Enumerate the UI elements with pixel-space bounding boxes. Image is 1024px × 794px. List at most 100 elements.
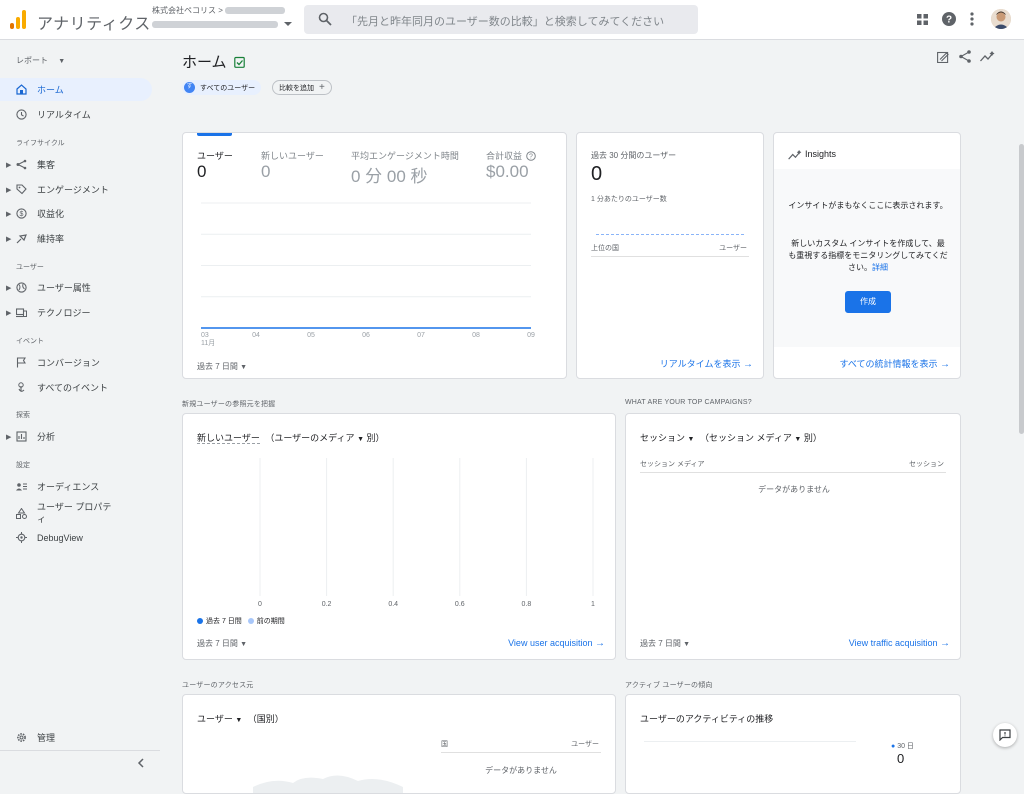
link-text: View user acquisition bbox=[508, 638, 593, 648]
sidebar-item-audiences[interactable]: オーディエンス bbox=[0, 475, 152, 498]
x-month-label: 11月 bbox=[201, 339, 215, 347]
help-icon[interactable]: ? bbox=[942, 12, 956, 26]
page-title: ホーム bbox=[182, 51, 245, 72]
sidebar-item-explore[interactable]: ▶ 分析 bbox=[0, 425, 152, 448]
view-all-insights-link[interactable]: すべての統計情報を表示 → bbox=[839, 357, 950, 370]
legend-dot-current bbox=[197, 618, 203, 624]
avatar[interactable] bbox=[991, 9, 1011, 29]
page-title-text: ホーム bbox=[182, 54, 227, 71]
home-icon bbox=[16, 84, 27, 95]
x-tick-label: 07 bbox=[417, 332, 425, 339]
customize-report-icon[interactable] bbox=[937, 51, 949, 63]
table-divider bbox=[640, 472, 946, 473]
acquisition-dropdowns: 新しいユーザー （ユーザーのメディア ▼ 別） bbox=[197, 431, 385, 444]
insights-message-text: 新しいカスタム インサイトを作成して、最も重視する指標をモニタリングしてみてくだ… bbox=[788, 239, 948, 272]
user-acquisition-card: 新しいユーザー （ユーザーのメディア ▼ 別） 0 0.2 0.4 0.6 0.8 1 過… bbox=[182, 413, 616, 660]
more-vert-icon[interactable] bbox=[970, 12, 974, 26]
apps-grid-icon[interactable] bbox=[917, 14, 928, 25]
legend-dot-previous bbox=[247, 618, 254, 624]
chip-label: すべてのユーザー bbox=[200, 84, 256, 92]
sidebar-item-acquisition[interactable]: ▶ 集客 bbox=[0, 153, 152, 176]
gear-icon bbox=[17, 733, 26, 742]
sidebar-item-engagement[interactable]: ▶ エンゲージメント bbox=[0, 178, 152, 201]
date-range-selector[interactable]: 過去 7 日間 ▼ bbox=[197, 638, 247, 649]
date-range-selector[interactable]: 過去 7 日間 ▼ bbox=[640, 638, 690, 649]
sidebar-item-debugview[interactable]: DebugView bbox=[0, 526, 152, 549]
search-bar[interactable]: 「先月と昨年同月のユーザー数の比較」と検索してみてください bbox=[304, 5, 698, 34]
reports-dropdown[interactable]: レポート ▼ bbox=[16, 55, 65, 66]
retention-icon bbox=[16, 234, 27, 244]
account-name: 株式会社ペコリス bbox=[152, 6, 216, 15]
page-scrollbar[interactable] bbox=[1019, 144, 1024, 434]
property-selector[interactable] bbox=[152, 18, 292, 30]
expand-arrow-icon: ▶ bbox=[6, 309, 12, 317]
dimension-suffix: 別） bbox=[366, 433, 385, 443]
svg-text:?: ? bbox=[946, 15, 952, 26]
metric-label-new-users[interactable]: 新しいユーザー bbox=[261, 149, 324, 162]
date-range-selector[interactable]: 過去 7 日間 ▼ bbox=[197, 361, 247, 372]
dimension-label: （セッション メディア bbox=[699, 433, 792, 443]
realtime-per-minute: 1 分あたりのユーザー数 bbox=[591, 196, 667, 203]
realtime-sparkline-baseline bbox=[596, 234, 744, 235]
sidebar-item-conversions[interactable]: コンバージョン bbox=[0, 351, 152, 374]
sidebar-item-technology[interactable]: ▶ テクノロジー bbox=[0, 301, 152, 324]
geo-dropdowns: ユーザー ▼ （国別） bbox=[197, 712, 284, 725]
realtime-col-users: ユーザー bbox=[719, 245, 747, 252]
sidebar-item-monetization[interactable]: ▶ $ 収益化 bbox=[0, 202, 152, 225]
metric-value-users: 0 bbox=[197, 162, 207, 181]
section-header-campaigns: WHAT ARE YOUR TOP CAMPAIGNS? bbox=[625, 399, 752, 406]
sidebar-item-admin[interactable]: 管理 bbox=[0, 726, 152, 749]
sidebar-item-demographics[interactable]: ▶ ユーザー属性 bbox=[0, 276, 152, 299]
sidebar-item-all-events[interactable]: すべてのイベント bbox=[0, 376, 152, 399]
sidebar-item-home[interactable]: ホーム bbox=[0, 78, 152, 101]
insights-title: Insights bbox=[805, 149, 837, 159]
sidebar-item-label: オーディエンス bbox=[37, 482, 100, 492]
metric-dropdown[interactable]: セッション ▼ bbox=[640, 433, 694, 443]
metric-dropdown[interactable]: ユーザー ▼ bbox=[197, 714, 242, 724]
insights-sparkle-icon[interactable] bbox=[980, 51, 995, 62]
x-tick-label: 09 bbox=[527, 332, 535, 339]
realtime-value: 0 bbox=[591, 163, 603, 185]
x-tick-label: 04 bbox=[252, 332, 260, 339]
expand-arrow-icon: ▶ bbox=[6, 284, 12, 292]
date-range-label: 過去 7 日間 bbox=[640, 639, 681, 648]
realtime-title: 過去 30 分間のユーザー bbox=[591, 151, 677, 160]
section-lifecycle: ライフサイクル bbox=[16, 140, 65, 147]
view-traffic-acquisition-link[interactable]: View traffic acquisition → bbox=[849, 638, 950, 649]
link-text: リアルタイムを表示 bbox=[659, 359, 741, 369]
dimension-dropdown[interactable]: （ユーザーのメディア ▼ bbox=[265, 433, 364, 443]
collapse-sidebar-icon[interactable] bbox=[137, 758, 145, 768]
share-icon[interactable] bbox=[959, 50, 971, 63]
metric-value-new-users: 0 bbox=[261, 162, 271, 181]
metric-dropdown[interactable]: 新しいユーザー bbox=[197, 433, 260, 444]
x-tick-label: 0.2 bbox=[322, 601, 332, 608]
sidebar-divider bbox=[0, 750, 160, 751]
comparison-chip-all-users[interactable]: すすべてのユーザー bbox=[182, 80, 262, 95]
legend-previous-label: 前の期間 bbox=[256, 618, 285, 625]
metric-label-engagement-time[interactable]: 平均エンゲージメント時間 bbox=[351, 149, 459, 162]
insights-message-2: 新しいカスタム インサイトを作成して、最も重視する指標をモニタリングしてみてくだ… bbox=[788, 238, 948, 274]
feedback-button[interactable] bbox=[993, 723, 1017, 747]
account-breadcrumb[interactable]: 株式会社ペコリス > bbox=[152, 5, 286, 16]
create-insight-button[interactable]: 作成 bbox=[845, 291, 891, 313]
main-content: ホーム すすべてのユーザー 比較を追加 + ユーザー 0 新しいユーザー 0 平均… bbox=[160, 40, 1024, 794]
sidebar-item-label: すべてのイベント bbox=[37, 383, 109, 393]
insights-detail-link[interactable]: 詳細 bbox=[872, 263, 888, 272]
sidebar-item-label: DebugView bbox=[37, 532, 83, 543]
search-icon bbox=[318, 12, 332, 26]
caret-down-icon: ▼ bbox=[235, 717, 243, 724]
section-header-activity: アクティブ ユーザーの傾向 bbox=[625, 682, 713, 689]
dimension-dropdown[interactable]: （セッション メディア ▼ bbox=[700, 433, 801, 443]
help-outline-icon[interactable]: ? bbox=[525, 151, 536, 161]
view-user-acquisition-link[interactable]: View user acquisition → bbox=[508, 638, 605, 649]
add-comparison-button[interactable]: 比較を追加 + bbox=[272, 80, 332, 95]
acquisition-bar-chart: 0 0.2 0.4 0.6 0.8 1 bbox=[258, 458, 595, 608]
sidebar-item-realtime[interactable]: リアルタイム bbox=[0, 103, 152, 126]
view-realtime-link[interactable]: リアルタイムを表示 → bbox=[660, 357, 753, 370]
sidebar-item-retention[interactable]: ▶ 維持率 bbox=[0, 227, 152, 250]
caret-down-icon: ▼ bbox=[240, 641, 248, 648]
sidebar-item-user-properties[interactable]: ユーザー プロパティ bbox=[0, 498, 152, 528]
no-data-message: データがありません bbox=[758, 485, 830, 494]
metric-label-revenue[interactable]: 合計収益 ? bbox=[486, 149, 536, 162]
analytics-logo-icon[interactable] bbox=[10, 9, 26, 29]
